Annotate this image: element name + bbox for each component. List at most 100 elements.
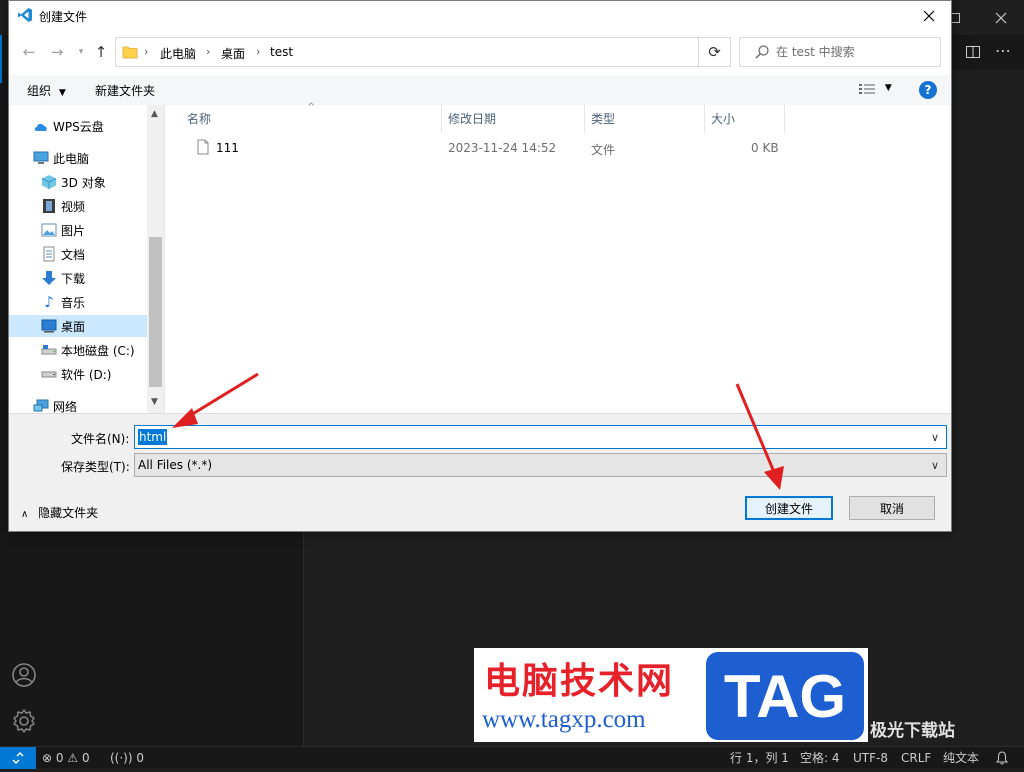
chevron-down-icon: ▼ <box>58 88 66 98</box>
ports-count: 0 <box>136 751 145 765</box>
nav-label: 此电脑 <box>53 151 90 166</box>
nav-item-this-pc[interactable]: 此电脑 <box>9 147 147 169</box>
nav-item-videos[interactable]: 视频 <box>9 195 147 217</box>
nav-label: WPS云盘 <box>53 119 104 134</box>
nav-item-drive-c[interactable]: 本地磁盘 (C:) <box>9 339 147 361</box>
file-name: 111 <box>216 141 239 155</box>
warning-count: 0 <box>81 751 90 765</box>
dialog-title: 创建文件 <box>39 10 88 24</box>
drive-c-icon <box>41 342 57 358</box>
organize-button[interactable]: 组织 ▼ <box>27 82 66 99</box>
address-bar[interactable]: › 此电脑 › 桌面 › test ∨ <box>115 37 790 67</box>
chevron-down-icon[interactable]: ∨ <box>927 457 943 473</box>
more-actions-icon[interactable]: ⋯ <box>995 41 1011 60</box>
dialog-close-icon[interactable] <box>907 1 951 31</box>
watermark-url: www.tagxp.com <box>482 706 646 733</box>
search-box[interactable] <box>739 37 941 67</box>
nav-item-downloads[interactable]: 下载 <box>9 267 147 289</box>
chevron-down-icon: ▼ <box>884 83 892 93</box>
column-header-type[interactable]: 类型 <box>585 105 705 133</box>
nav-label: 软件 (D:) <box>61 367 112 382</box>
scroll-up-icon[interactable]: ▲ <box>151 109 158 119</box>
file-modified: 2023-11-24 14:52 <box>448 141 557 155</box>
cloud-icon <box>33 118 49 134</box>
nav-pane-scrollbar[interactable]: ▲ ▼ <box>147 105 164 413</box>
navigation-pane: WPS云盘 此电脑 3D 对象 视频 图片 文档 下载 ♪ 音乐 桌面 本地磁盘… <box>9 105 164 414</box>
breadcrumb-test[interactable]: test <box>270 45 293 59</box>
settings-gear-icon[interactable] <box>0 697 48 745</box>
new-folder-button[interactable]: 新建文件夹 <box>95 82 155 99</box>
table-row[interactable]: 111 2023-11-24 14:52 文件 0 KB <box>181 135 787 159</box>
nav-item-drive-d[interactable]: 软件 (D:) <box>9 363 147 385</box>
file-type-label: 保存类型(T): <box>61 460 130 474</box>
nav-label: 3D 对象 <box>61 175 106 190</box>
drive-d-icon <box>41 366 57 382</box>
bell-icon[interactable] <box>996 747 1008 769</box>
language-mode[interactable]: 纯文本 <box>943 747 979 769</box>
end-of-line[interactable]: CRLF <box>901 747 931 769</box>
nav-item-desktop[interactable]: 桌面 <box>9 315 147 337</box>
hide-folders-toggle[interactable]: ∧ 隐藏文件夹 <box>21 504 98 521</box>
problems-indicator[interactable]: ⊗ 0 ⚠ 0 <box>42 747 90 769</box>
nav-label: 音乐 <box>61 295 86 310</box>
create-file-button[interactable]: 创建文件 <box>745 496 833 520</box>
file-size: 0 KB <box>751 141 779 155</box>
nav-item-3d-objects[interactable]: 3D 对象 <box>9 171 147 193</box>
nav-label: 视频 <box>61 199 86 214</box>
nav-label: 下载 <box>61 271 86 286</box>
column-header-modified[interactable]: 修改日期 <box>442 105 585 133</box>
help-icon[interactable]: ? <box>919 81 937 99</box>
column-header-size[interactable]: 大小 <box>705 105 785 133</box>
nav-item-documents[interactable]: 文档 <box>9 243 147 265</box>
command-toolbar: 组织 ▼ 新建文件夹 ▼ ? <box>9 75 951 105</box>
forward-arrow-icon[interactable]: → <box>47 41 67 63</box>
indentation[interactable]: 空格: 4 <box>800 747 840 769</box>
nav-label: 图片 <box>61 223 86 238</box>
cube-icon <box>41 174 57 190</box>
file-type-value: All Files (*.*) <box>138 458 213 472</box>
breadcrumb-this-pc[interactable]: 此电脑 <box>160 45 196 62</box>
error-icon: ⊗ <box>42 751 53 765</box>
error-count: 0 <box>55 751 64 765</box>
back-arrow-icon[interactable]: ← <box>19 41 39 63</box>
search-input[interactable] <box>776 42 936 62</box>
chevron-down-icon[interactable]: ∨ <box>927 429 943 445</box>
split-editor-icon[interactable] <box>965 44 981 63</box>
status-bar: ⊗ 0 ⚠ 0 ((·)) 0 行 1，列 1 空格: 4 UTF-8 CRLF… <box>0 746 1024 769</box>
nav-item-wps-cloud[interactable]: WPS云盘 <box>9 115 147 137</box>
view-options-button[interactable]: ▼ <box>859 83 892 98</box>
ports-indicator[interactable]: ((·)) 0 <box>110 747 144 769</box>
vscode-logo-icon <box>17 7 33 26</box>
watermark-title: 电脑技术网 <box>484 661 675 702</box>
nav-item-music[interactable]: ♪ 音乐 <box>9 291 147 313</box>
organize-label: 组织 <box>27 84 52 98</box>
account-icon[interactable] <box>0 651 48 699</box>
scroll-down-icon[interactable]: ▼ <box>151 397 158 407</box>
nav-item-pictures[interactable]: 图片 <box>9 219 147 241</box>
encoding[interactable]: UTF-8 <box>853 747 888 769</box>
breadcrumb-separator-icon: › <box>256 45 261 58</box>
recent-locations-chevron-icon[interactable]: ▾ <box>71 41 91 63</box>
file-type: 文件 <box>591 143 616 157</box>
file-name-combobox[interactable]: html ∨ <box>134 425 947 449</box>
file-name-input[interactable]: html <box>138 429 168 445</box>
dialog-titlebar: 创建文件 <box>9 1 951 31</box>
nav-label: 本地磁盘 (C:) <box>61 343 135 358</box>
breadcrumb-separator-icon: › <box>144 45 149 58</box>
create-file-dialog: 创建文件 ← → ▾ ↑ › 此电脑 › 桌面 › test ∨ ⟳ 组织 ▼ … <box>8 0 952 532</box>
cancel-button[interactable]: 取消 <box>849 496 935 520</box>
refresh-icon[interactable]: ⟳ <box>699 37 731 67</box>
remote-indicator-icon[interactable] <box>0 747 36 769</box>
scrollbar-thumb[interactable] <box>149 237 162 387</box>
column-header-name[interactable]: 名称 <box>181 105 442 133</box>
breadcrumb-desktop[interactable]: 桌面 <box>221 45 245 62</box>
file-type-select[interactable]: All Files (*.*) ∨ <box>134 453 947 477</box>
vscode-close-icon[interactable] <box>978 0 1024 35</box>
up-arrow-icon[interactable]: ↑ <box>91 41 111 63</box>
file-name-label: 文件名(N): <box>71 432 130 446</box>
search-icon <box>754 44 770 63</box>
cursor-position[interactable]: 行 1，列 1 <box>730 747 789 769</box>
network-icon <box>33 398 49 414</box>
breadcrumb-separator-icon: › <box>206 45 211 58</box>
save-options-area: 文件名(N): html ∨ 保存类型(T): All Files (*.*) … <box>9 413 951 531</box>
